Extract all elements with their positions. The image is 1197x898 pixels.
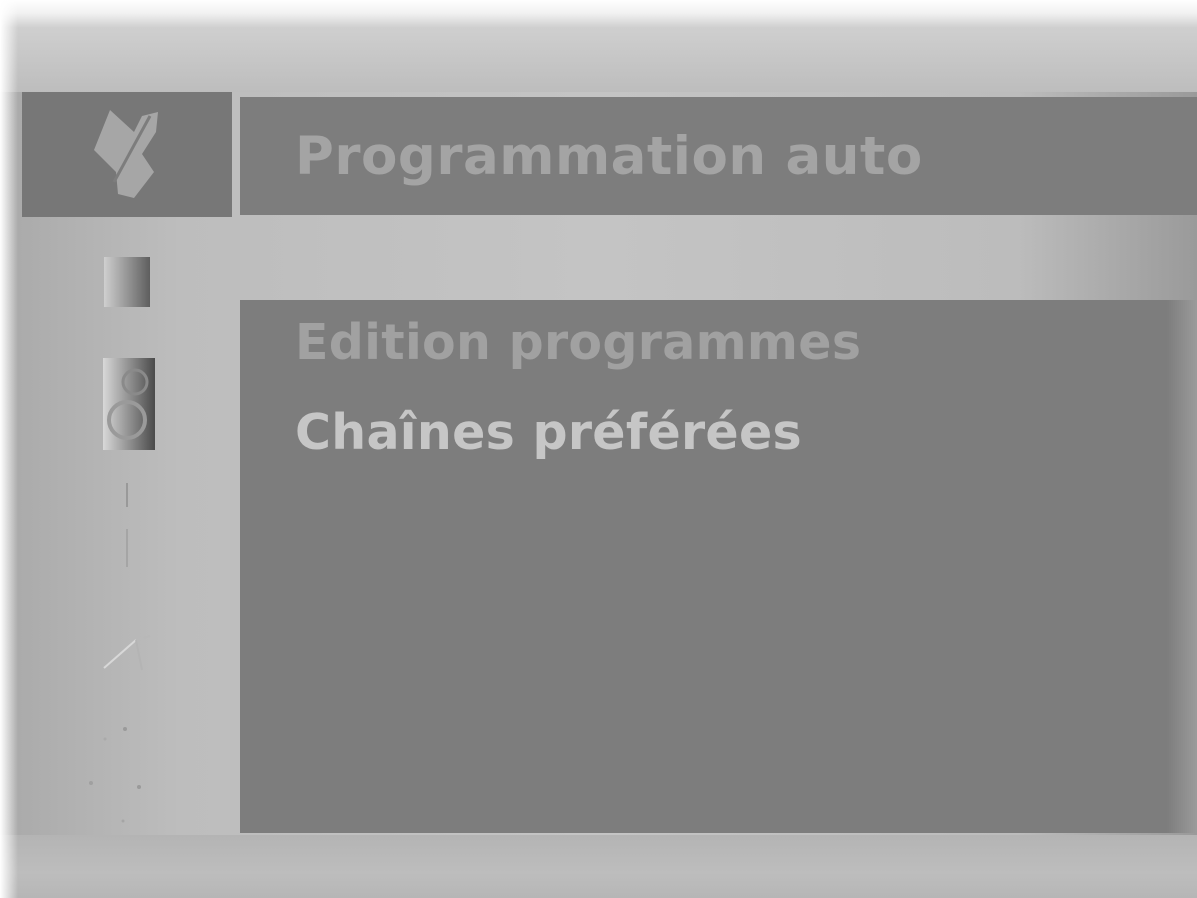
sidebar-item-screen[interactable] xyxy=(22,712,232,842)
satellite-dish-icon xyxy=(72,102,182,207)
top-band xyxy=(0,0,1197,92)
sidebar-item-sound[interactable] xyxy=(22,347,232,457)
menu-item-programmation-auto[interactable]: Programmation auto xyxy=(295,126,923,187)
speaker-icon xyxy=(87,352,167,452)
sidebar-item-time[interactable] xyxy=(22,477,232,577)
header-panel: Programmation auto xyxy=(240,97,1197,215)
left-edge-fade xyxy=(0,0,18,898)
tv-osd-screen: Programmation auto Edition programmes Ch… xyxy=(0,0,1197,898)
sidebar-item-special[interactable] xyxy=(22,617,232,687)
sidebar xyxy=(22,92,232,852)
picture-icon xyxy=(92,247,162,317)
screen-icon xyxy=(77,717,177,837)
sidebar-item-picture[interactable] xyxy=(22,242,232,322)
menu-item-edition-programmes[interactable]: Edition programmes xyxy=(295,314,861,371)
panel-edge xyxy=(1167,300,1197,833)
sidebar-item-program-setup[interactable] xyxy=(22,92,232,217)
special-icon xyxy=(92,622,162,682)
submenu-panel: Edition programmes Chaînes préférées xyxy=(240,300,1197,833)
menu-item-chaines-preferees[interactable]: Chaînes préférées xyxy=(295,404,802,461)
time-icon xyxy=(107,477,147,577)
